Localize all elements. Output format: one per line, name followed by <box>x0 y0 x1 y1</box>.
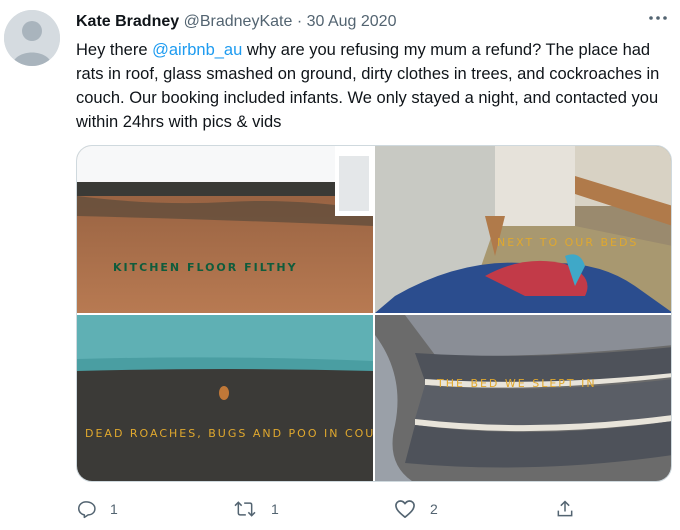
tweet-date[interactable]: 30 Aug 2020 <box>307 13 397 30</box>
retweet-icon <box>234 501 256 517</box>
reply-icon <box>78 501 96 519</box>
caption-couch: DEAD ROACHES, BUGS AND POO IN COUCH <box>85 427 373 440</box>
retweet-button[interactable]: 1 <box>233 496 279 522</box>
author-handle[interactable]: @BradneyKate <box>184 13 293 30</box>
like-button[interactable]: 2 <box>394 496 438 522</box>
action-bar: 1 1 2 <box>76 496 616 524</box>
couch-image <box>77 315 373 481</box>
avatar-default-icon <box>4 10 60 66</box>
bed-image <box>375 315 671 481</box>
separator: · <box>296 13 303 30</box>
tweet-header: Kate Bradney @BradneyKate · 30 Aug 2020 <box>76 13 396 31</box>
photo-next-to-beds[interactable]: NEXT TO OUR BEDS <box>375 146 671 313</box>
avatar[interactable] <box>4 10 60 66</box>
share-button[interactable] <box>555 496 589 522</box>
next-to-beds-image <box>375 146 671 313</box>
caption-bed: THE BED WE SLEPT IN <box>437 377 597 390</box>
caption-next-to-beds: NEXT TO OUR BEDS <box>497 236 639 249</box>
kitchen-floor-image <box>77 146 373 313</box>
reply-button[interactable]: 1 <box>76 496 118 522</box>
reply-count: 1 <box>110 501 118 517</box>
photo-couch[interactable]: DEAD ROACHES, BUGS AND POO IN COUCH <box>77 315 373 481</box>
tweet-text: Hey there @airbnb_au why are you refusin… <box>76 38 676 134</box>
tweet-text-before: Hey there <box>76 41 153 59</box>
photo-grid: KITCHEN FLOOR FILTHY NEXT TO OUR BEDS DE… <box>76 145 672 482</box>
photo-bed[interactable]: THE BED WE SLEPT IN <box>375 315 671 481</box>
share-icon <box>557 500 573 517</box>
caption-kitchen-floor: KITCHEN FLOOR FILTHY <box>113 261 298 274</box>
mention-link[interactable]: @airbnb_au <box>152 41 242 59</box>
like-icon <box>395 500 415 518</box>
photo-kitchen-floor[interactable]: KITCHEN FLOOR FILTHY <box>77 146 373 313</box>
author-name[interactable]: Kate Bradney <box>76 13 179 30</box>
retweet-count: 1 <box>271 501 279 517</box>
more-icon[interactable] <box>648 8 668 34</box>
like-count: 2 <box>430 501 438 517</box>
